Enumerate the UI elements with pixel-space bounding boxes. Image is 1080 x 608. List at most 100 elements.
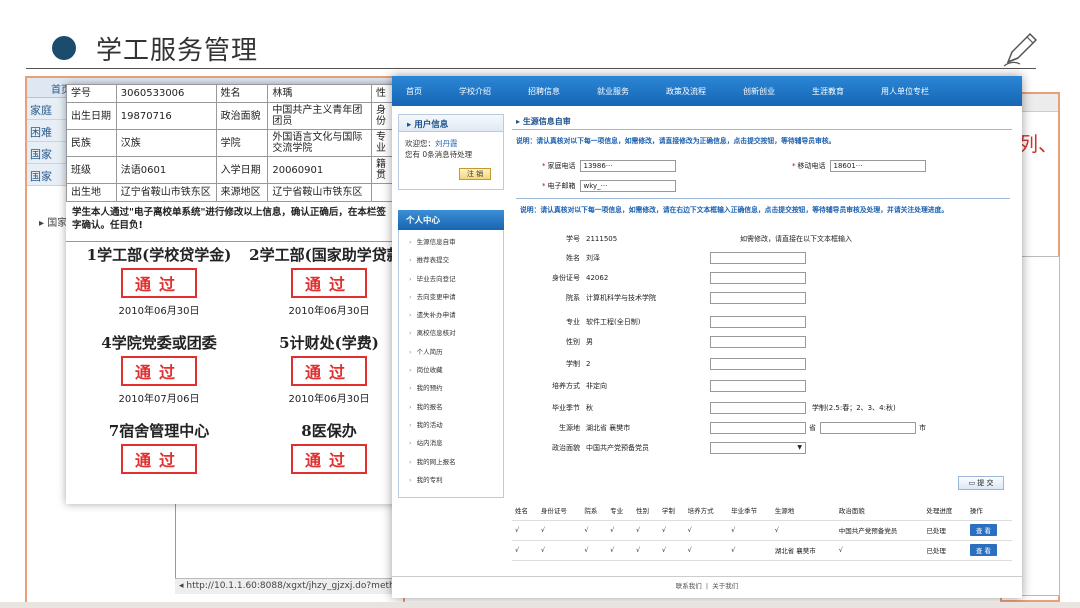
mobile-row: * 移动电话 18601··· (792, 160, 926, 172)
field-label: 毕业季节 (552, 404, 580, 412)
id-edit-input[interactable] (710, 272, 806, 284)
cell: 20060901 (267, 156, 373, 184)
status-bar: ◂ http://10.1.1.60:8088/xgxt/jhzy_gjzxj.… (175, 578, 403, 594)
sidebar-item[interactable]: 国家 (27, 164, 69, 186)
field-row: 性别 男 (522, 336, 806, 348)
footer-link-about[interactable]: 关于我们 (712, 582, 738, 590)
name-edit-input[interactable] (710, 252, 806, 264)
menu-item[interactable]: 我的专利 (399, 474, 503, 492)
cell: 中国共产党预备党员 (835, 520, 924, 541)
approval-item: 1学工部(学校贷学金) 通过 2010年06月30日 (74, 246, 244, 334)
training-edit-input[interactable] (710, 380, 806, 392)
nav-employment-service[interactable]: 就业服务 (597, 86, 629, 97)
cell: √ (512, 520, 538, 541)
mobile-label: 移动电话 (797, 162, 826, 170)
nav-employer[interactable]: 用人单位专栏 (881, 86, 929, 97)
dept-edit-input[interactable] (710, 292, 806, 304)
menu-item[interactable]: 我的网上报名 (399, 456, 503, 474)
field-label: 身份证号 (552, 274, 580, 282)
menu-item[interactable]: 遗失补办申请 (399, 309, 503, 327)
menu-item[interactable]: 生源信息自审 (399, 236, 503, 254)
gender-edit-input[interactable] (710, 336, 806, 348)
tree-item[interactable]: ▸ 国家 (39, 214, 67, 229)
menu-item[interactable]: 岗位收藏 (399, 364, 503, 382)
nav-recruitment[interactable]: 招聘信息 (528, 86, 560, 97)
political-status-select[interactable]: ▼ (710, 442, 806, 454)
footer-link-contact[interactable]: 联系我们 (676, 582, 702, 590)
menu-item[interactable]: 推荐表提交 (399, 254, 503, 272)
approval-item: 2学工部(国家助学贷款) 通过 2010年06月30日 (244, 246, 400, 334)
menu-item[interactable]: 站内消息 (399, 437, 503, 455)
menu-item[interactable]: 去向变更申请 (399, 291, 503, 309)
user-name[interactable]: 刘丹霞 (435, 139, 458, 148)
menu-item[interactable]: 离校信息核对 (399, 327, 503, 345)
field-label: 院系 (566, 294, 580, 302)
cell: 政治面貌 (215, 102, 269, 130)
approval-grid: 1学工部(学校贷学金) 通过 2010年06月30日 2学工部(国家助学贷款) … (74, 246, 400, 504)
email-input[interactable]: wky_··· (579, 180, 676, 192)
table-row: 班级 法语0601 入学日期 20060901 籍贯 (66, 156, 400, 184)
slide-header: 学工服务管理 (52, 28, 258, 68)
menu-item[interactable]: 我的活动 (399, 419, 503, 437)
city-edit-input[interactable] (820, 422, 916, 434)
province-edit-input[interactable] (710, 422, 806, 434)
cell: 中国共产主义青年团团员 (267, 102, 373, 130)
season-edit-input[interactable] (710, 402, 806, 414)
section-title: ▸ 生源信息自审 (512, 114, 1012, 130)
slide-title: 学工服务管理 (96, 35, 259, 66)
nav-policy[interactable]: 政策及流程 (666, 86, 706, 97)
table-row: √ √ √ √ √ √ √ √ √ 中国共产党预备党员 已处理 查 看 (512, 520, 1012, 541)
table-row: 出生日期 19870716 政治面貌 中国共产主义青年团团员 身份 (66, 102, 400, 130)
career-portal-window: 首页 学校介绍 招聘信息 就业服务 政策及流程 创新创业 生涯教育 用人单位专栏… (392, 76, 1022, 598)
nav-school-intro[interactable]: 学校介绍 (459, 86, 491, 97)
table-row: √ √ √ √ √ √ √ √ 湖北省 襄樊市 √ 已处理 查 看 (512, 540, 1012, 561)
field-row: 生源地 湖北省 襄樊市 省 市 (522, 422, 926, 434)
sidebar-item[interactable]: 困难 (27, 120, 69, 142)
approved-stamp: 通过 (290, 444, 367, 474)
cell: 已处理 (923, 540, 967, 561)
menu-item[interactable]: 毕业去向登记 (399, 273, 503, 291)
nav-career-education[interactable]: 生涯教育 (812, 86, 844, 97)
sidebar-item[interactable]: 国家 (27, 142, 69, 164)
approval-date: 2010年06月30日 (288, 306, 370, 317)
cell: √ (633, 520, 659, 541)
province-suffix: 省 (809, 424, 816, 432)
portal-footer: 联系我们 | 关于我们 (392, 576, 1022, 590)
field-label: 学制 (566, 360, 580, 368)
approval-dept: 8医保办 (301, 422, 357, 440)
chevron-down-icon: ▼ (797, 444, 802, 451)
cell: 湖北省 襄樊市 (771, 540, 836, 561)
home-phone-input[interactable]: 13986··· (579, 160, 676, 172)
tree-item-label: 国家 (47, 218, 68, 229)
email-row: * 电子邮箱 wky_··· (542, 180, 676, 192)
duration-edit-input[interactable] (710, 358, 806, 370)
cell: 林瑀 (267, 84, 373, 103)
field-value: 软件工程(全日制) (586, 318, 641, 326)
cell: √ (658, 540, 685, 561)
major-edit-input[interactable] (710, 316, 806, 328)
field-row: 毕业季节 秋 学制(2.5:春；2、3、4:秋) (522, 402, 896, 414)
field-value: 2111505 (586, 235, 618, 243)
nav-home[interactable]: 首页 (406, 86, 422, 97)
logout-button[interactable]: 注 销 (459, 168, 491, 180)
header-divider (26, 68, 1036, 69)
submit-button[interactable]: ▭ 提 交 (958, 476, 1004, 490)
field-label: 性别 (566, 338, 580, 346)
sidebar-item[interactable]: 家庭 (27, 98, 69, 120)
nav-innovation[interactable]: 创新创业 (743, 86, 775, 97)
message-count[interactable]: 您有 0条消息待处理 (405, 150, 472, 159)
cell: √ (581, 520, 608, 541)
table-header-row: 姓名 身份证号 院系 专业 性别 学制 培养方式 毕业季节 生源地 政治面貌 处… (512, 500, 1012, 521)
cell: 3060533006 (115, 84, 217, 103)
email-label: 电子邮箱 (547, 182, 576, 190)
menu-item[interactable]: 个人简历 (399, 346, 503, 364)
review-results-table: 姓名 身份证号 院系 专业 性别 学制 培养方式 毕业季节 生源地 政治面貌 处… (512, 500, 1012, 561)
column-header: 身份证号 (537, 500, 582, 521)
column-header: 学制 (658, 500, 685, 521)
view-button[interactable]: 查 看 (969, 524, 997, 536)
view-button[interactable]: 查 看 (969, 544, 997, 556)
mobile-input[interactable]: 18601··· (829, 160, 926, 172)
menu-item[interactable]: 我的预约 (399, 382, 503, 400)
column-header: 院系 (581, 500, 608, 521)
menu-item[interactable]: 我的报名 (399, 401, 503, 419)
